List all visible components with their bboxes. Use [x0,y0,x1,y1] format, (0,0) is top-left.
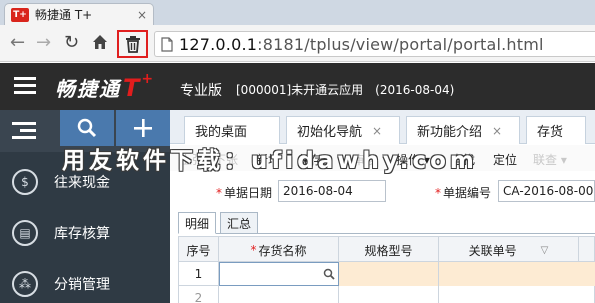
sidebar: $ 往来现金 ▤ 库存核算 ⁂ 分销管理 [0,110,170,303]
item-name-cell[interactable] [219,286,339,303]
watermark-text: 用友软件下载：ufidawhy.com [62,148,478,174]
collapse-menu-icon[interactable] [12,122,36,143]
account-info: [000001]未开通云应用 (2016-08-04) [236,83,455,97]
grid-header: 序号 * 存货名称 规格型号 关联单号 ▽ [178,236,595,263]
trash-button[interactable] [117,30,148,58]
lookup-search-icon[interactable] [323,268,335,280]
distribution-icon: ⁂ [12,271,38,297]
tab-summary[interactable]: 汇总 [220,212,259,234]
detail-grid: 序号 * 存货名称 规格型号 关联单号 ▽ 1 2 [178,236,595,303]
date-field[interactable]: 2016-08-04 [278,180,386,202]
content-tab-bar: 我的桌面 初始化导航 × 新功能介绍 × 存货 [170,110,595,144]
home-icon[interactable] [92,33,108,56]
col-header-seq: 序号 [179,237,219,263]
tab-my-desktop[interactable]: 我的桌面 [184,116,280,144]
filter-icon: ▽ [540,244,549,256]
col-header-item-name[interactable]: * 存货名称 [219,237,339,263]
sidebar-item-label: 分销管理 [54,277,110,293]
row-number: 1 [179,262,219,286]
locate-button[interactable]: 定位 [493,151,517,168]
app-logo: 畅捷通T+ [55,71,156,102]
code-field[interactable]: CA-2016-08-000 [498,180,595,202]
inventory-icon: ▤ [12,220,38,246]
ref-no-cell[interactable] [439,286,595,303]
tab-init-guide[interactable]: 初始化导航 × [286,116,400,144]
hamburger-menu-icon[interactable] [14,77,36,95]
code-label: * 单据编号 [435,186,492,200]
url-field[interactable]: 127.0.0.1:8181/tplus/view/portal/portal.… [154,31,595,57]
forward-arrow-icon[interactable]: → [36,33,51,53]
cash-icon: $ [12,169,38,195]
trash-icon [125,36,140,53]
sidebar-item-label: 往来现金 [54,175,110,191]
date-label: * 单据日期 [216,186,273,200]
detail-tabs: 明细 汇总 [178,212,595,234]
url-text: 127.0.0.1:8181/tplus/view/portal/portal.… [179,34,544,54]
col-header-ref-no[interactable]: 关联单号 ▽ [439,237,579,263]
ref-no-cell[interactable] [439,262,595,286]
row-number: 2 [179,286,219,303]
link-button[interactable]: 联查 ▾ [533,151,567,168]
tab-inventory[interactable]: 存货 [526,116,586,144]
sidebar-item-label: 库存核算 [54,226,110,242]
reload-icon[interactable]: ↻ [64,33,79,53]
document-header-form: * 单据日期 2016-08-04 * 单据编号 CA-2016-08-000 [170,178,595,206]
spec-cell[interactable] [339,262,439,286]
sidebar-item-distribution[interactable]: ⁂ 分销管理 [0,264,170,303]
table-row: 2 [178,286,595,303]
app-header: 畅捷通T+ 专业版 [000001]未开通云应用 (2016-08-04) [0,63,595,110]
tab-detail[interactable]: 明细 [178,212,217,234]
col-header-spec[interactable]: 规格型号 [339,237,439,263]
browser-tab-strip: T+ 畅捷通 T+ × [0,0,595,25]
close-icon[interactable]: × [492,124,502,138]
search-icon [77,118,97,138]
app-favicon-icon: T+ [11,7,29,22]
browser-tab-title: 畅捷通 T+ [35,8,93,22]
edition-label: 专业版 [180,83,222,99]
tab-new-features[interactable]: 新功能介绍 × [406,116,520,144]
spec-cell[interactable] [339,286,439,303]
page-icon [161,36,173,52]
close-icon[interactable]: × [372,124,382,138]
item-name-cell[interactable] [219,262,339,286]
back-arrow-icon[interactable]: ← [10,33,25,53]
plus-icon [134,119,152,137]
browser-tab-close-icon[interactable]: × [137,8,147,22]
table-row: 1 [178,262,595,286]
browser-tab[interactable]: T+ 畅捷通 T+ × [4,3,154,25]
sidebar-item-inventory[interactable]: ▤ 库存核算 [0,213,170,253]
